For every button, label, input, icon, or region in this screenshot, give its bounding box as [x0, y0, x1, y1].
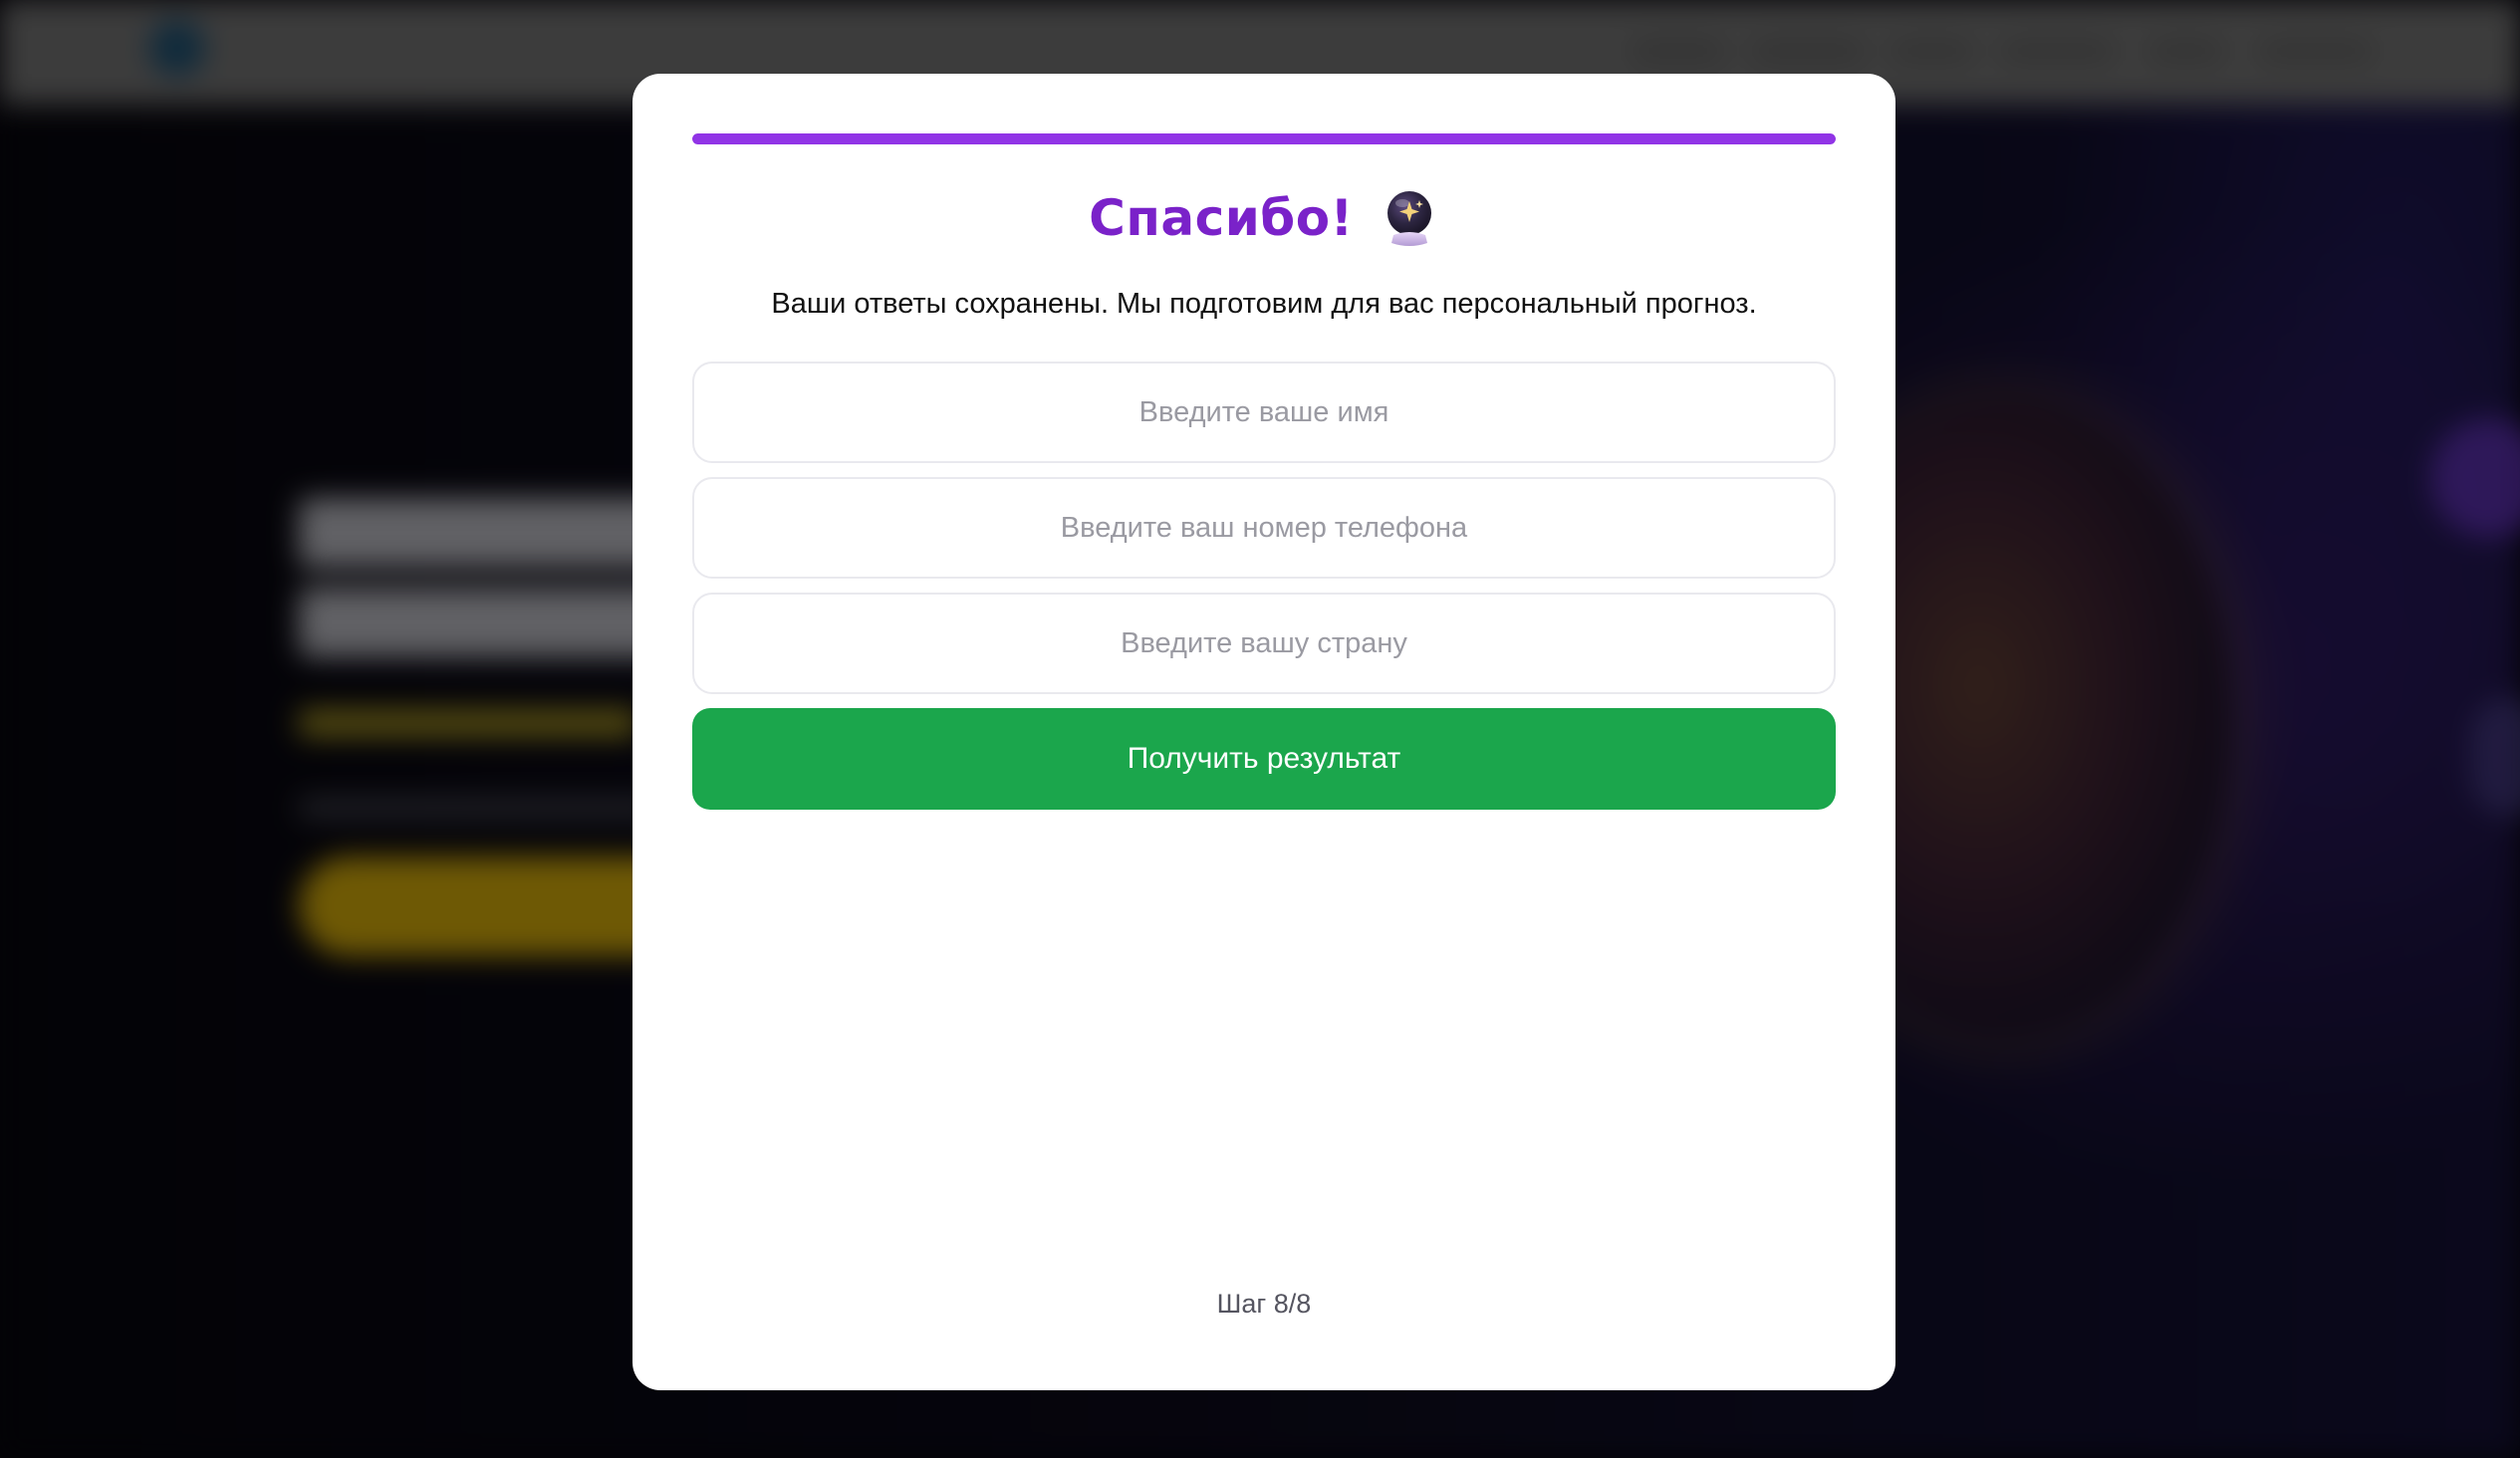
phone-input[interactable] — [692, 477, 1836, 579]
country-input[interactable] — [692, 593, 1836, 694]
crystal-ball-icon — [1386, 191, 1431, 246]
progress-bar — [692, 133, 1836, 144]
contact-form: Получить результат — [692, 362, 1836, 810]
step-indicator: Шаг 8/8 — [1216, 1289, 1312, 1319]
modal-subtitle: Ваши ответы сохранены. Мы подготовим для… — [771, 288, 1757, 320]
quiz-result-modal: Спасибо! Ваши ответы сохранены. Мы подго… — [632, 74, 1895, 1390]
name-input[interactable] — [692, 362, 1836, 463]
page: Спасибо! Ваши ответы сохранены. Мы подго… — [0, 0, 2520, 1458]
title-row: Спасибо! — [692, 180, 1836, 256]
progress-bar-fill — [692, 133, 1836, 144]
get-result-button[interactable]: Получить результат — [692, 708, 1836, 810]
modal-title: Спасибо! — [1089, 189, 1354, 247]
